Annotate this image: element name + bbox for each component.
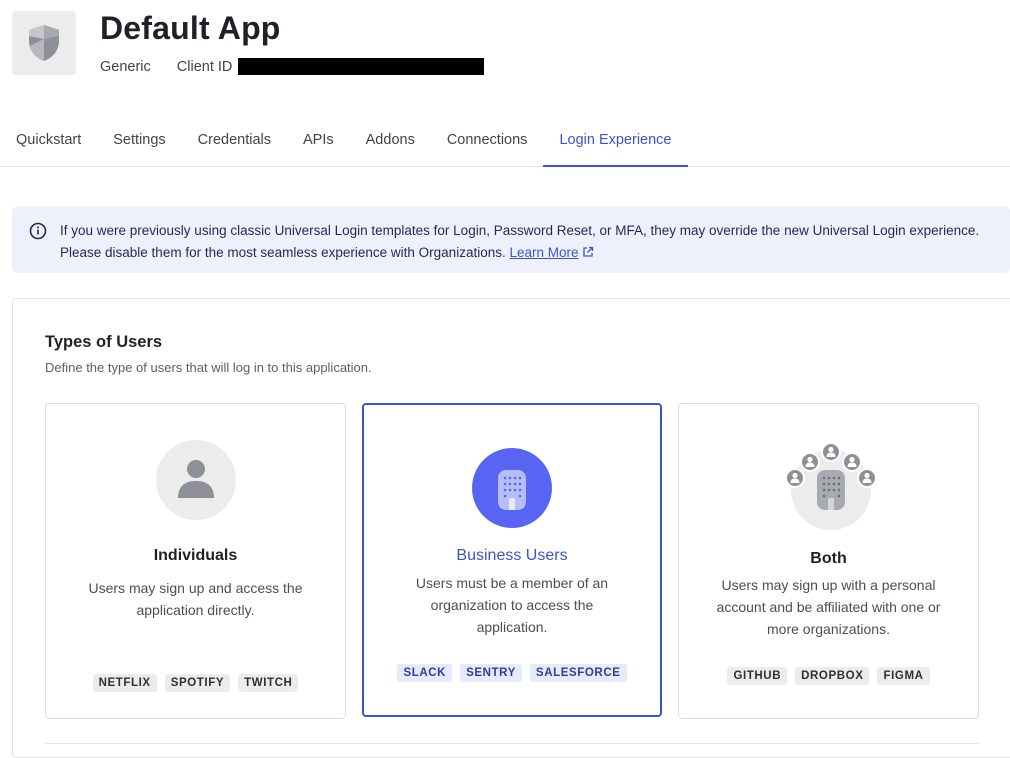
tab-login-experience[interactable]: Login Experience — [543, 122, 688, 167]
tab-credentials[interactable]: Credentials — [182, 122, 287, 166]
tag-github: GITHUB — [727, 667, 788, 685]
card-description: Users must be a member of an organizatio… — [415, 575, 609, 635]
tab-quickstart[interactable]: Quickstart — [0, 122, 97, 166]
info-banner: If you were previously using classic Uni… — [12, 206, 1010, 273]
tag-figma: FIGMA — [877, 667, 930, 685]
card-both[interactable]: Both Users may sign up with a personal a… — [678, 403, 979, 719]
tag-salesforce: SALESFORCE — [529, 664, 627, 682]
tab-addons[interactable]: Addons — [350, 122, 431, 166]
tag-twitch: TWITCH — [238, 674, 299, 692]
section-divider — [45, 743, 979, 744]
card-title: Individuals — [153, 547, 238, 564]
app-meta: Generic Client ID — [100, 58, 485, 75]
info-icon — [29, 222, 47, 240]
tag-dropbox: DROPBOX — [795, 667, 870, 685]
card-business-users[interactable]: Business Users Users must be a member of… — [362, 403, 662, 717]
app-type: Generic — [100, 58, 151, 75]
tab-apis[interactable]: APIs — [287, 122, 350, 166]
app-logo — [12, 11, 76, 75]
client-id-label: Client ID — [176, 58, 233, 75]
tag-slack: SLACK — [397, 664, 453, 682]
shield-icon — [29, 25, 59, 61]
card-title: Both — [810, 550, 847, 567]
tag-sentry: SENTRY — [460, 664, 522, 682]
card-description: Users may sign up with a personal accoun… — [716, 577, 941, 637]
card-title: Business Users — [456, 547, 568, 564]
users-and-building-icon — [784, 442, 877, 530]
section-subtitle: Define the type of users that will log i… — [45, 360, 372, 375]
app-title: Default App — [100, 10, 281, 46]
tab-bar: Quickstart Settings Credentials APIs Add… — [0, 122, 1010, 167]
client-id-value[interactable] — [238, 58, 485, 75]
section-title: Types of Users — [45, 333, 163, 351]
card-tags: GITHUB DROPBOX FIGMA — [679, 667, 978, 685]
tab-connections[interactable]: Connections — [431, 122, 544, 166]
card-tags: SLACK SENTRY SALESFORCE — [364, 664, 660, 682]
card-tags: NETFLIX SPOTIFY TWITCH — [46, 674, 345, 692]
card-description: Users may sign up and access the applica… — [88, 580, 303, 618]
tag-netflix: NETFLIX — [92, 674, 157, 692]
card-individuals[interactable]: Individuals Users may sign up and access… — [45, 403, 346, 719]
tab-settings[interactable]: Settings — [97, 122, 181, 166]
banner-text: If you were previously using classic Uni… — [60, 220, 980, 264]
learn-more-label: Learn More — [509, 245, 579, 260]
building-icon — [472, 448, 552, 528]
individual-user-icon — [155, 440, 236, 520]
external-link-icon[interactable] — [582, 246, 594, 258]
learn-more-link[interactable]: Learn More — [509, 245, 578, 260]
tag-spotify: SPOTIFY — [164, 674, 231, 692]
